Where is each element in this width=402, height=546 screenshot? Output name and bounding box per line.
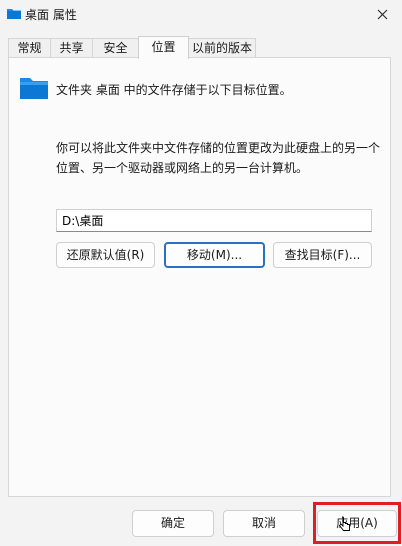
location-description: 你可以将此文件夹中文件存储的位置更改为此硬盘上的另一个位置、另一个驱动器或网络上…	[56, 141, 381, 175]
tab-security[interactable]: 安全	[92, 38, 139, 58]
location-panel: 文件夹 桌面 中的文件存储于以下目标位置。 你可以将此文件夹中文件存储的位置更改…	[8, 57, 391, 497]
tab-sharing[interactable]: 共享	[50, 38, 93, 58]
move-button[interactable]: 移动(M)...	[164, 242, 265, 268]
mouse-cursor-icon	[339, 516, 350, 531]
folder-icon	[7, 9, 21, 19]
cancel-button[interactable]: 取消	[223, 510, 305, 537]
restore-default-button[interactable]: 还原默认值(R)	[56, 242, 155, 268]
find-target-button[interactable]: 查找目标(F)...	[273, 242, 372, 268]
window-title: 桌面 属性	[25, 8, 77, 22]
tab-previous-versions[interactable]: 以前的版本	[188, 38, 256, 58]
folder-icon	[20, 78, 48, 99]
location-header-text: 文件夹 桌面 中的文件存储于以下目标位置。	[56, 83, 292, 97]
ok-button[interactable]: 确定	[132, 510, 214, 537]
close-button[interactable]	[362, 0, 402, 28]
apply-highlight-box	[313, 502, 401, 544]
tab-general[interactable]: 常规	[8, 38, 51, 58]
title-bar: 桌面 属性	[0, 0, 402, 32]
location-path-input[interactable]	[56, 209, 372, 232]
tab-location[interactable]: 位置	[138, 36, 189, 59]
close-icon	[377, 9, 387, 19]
